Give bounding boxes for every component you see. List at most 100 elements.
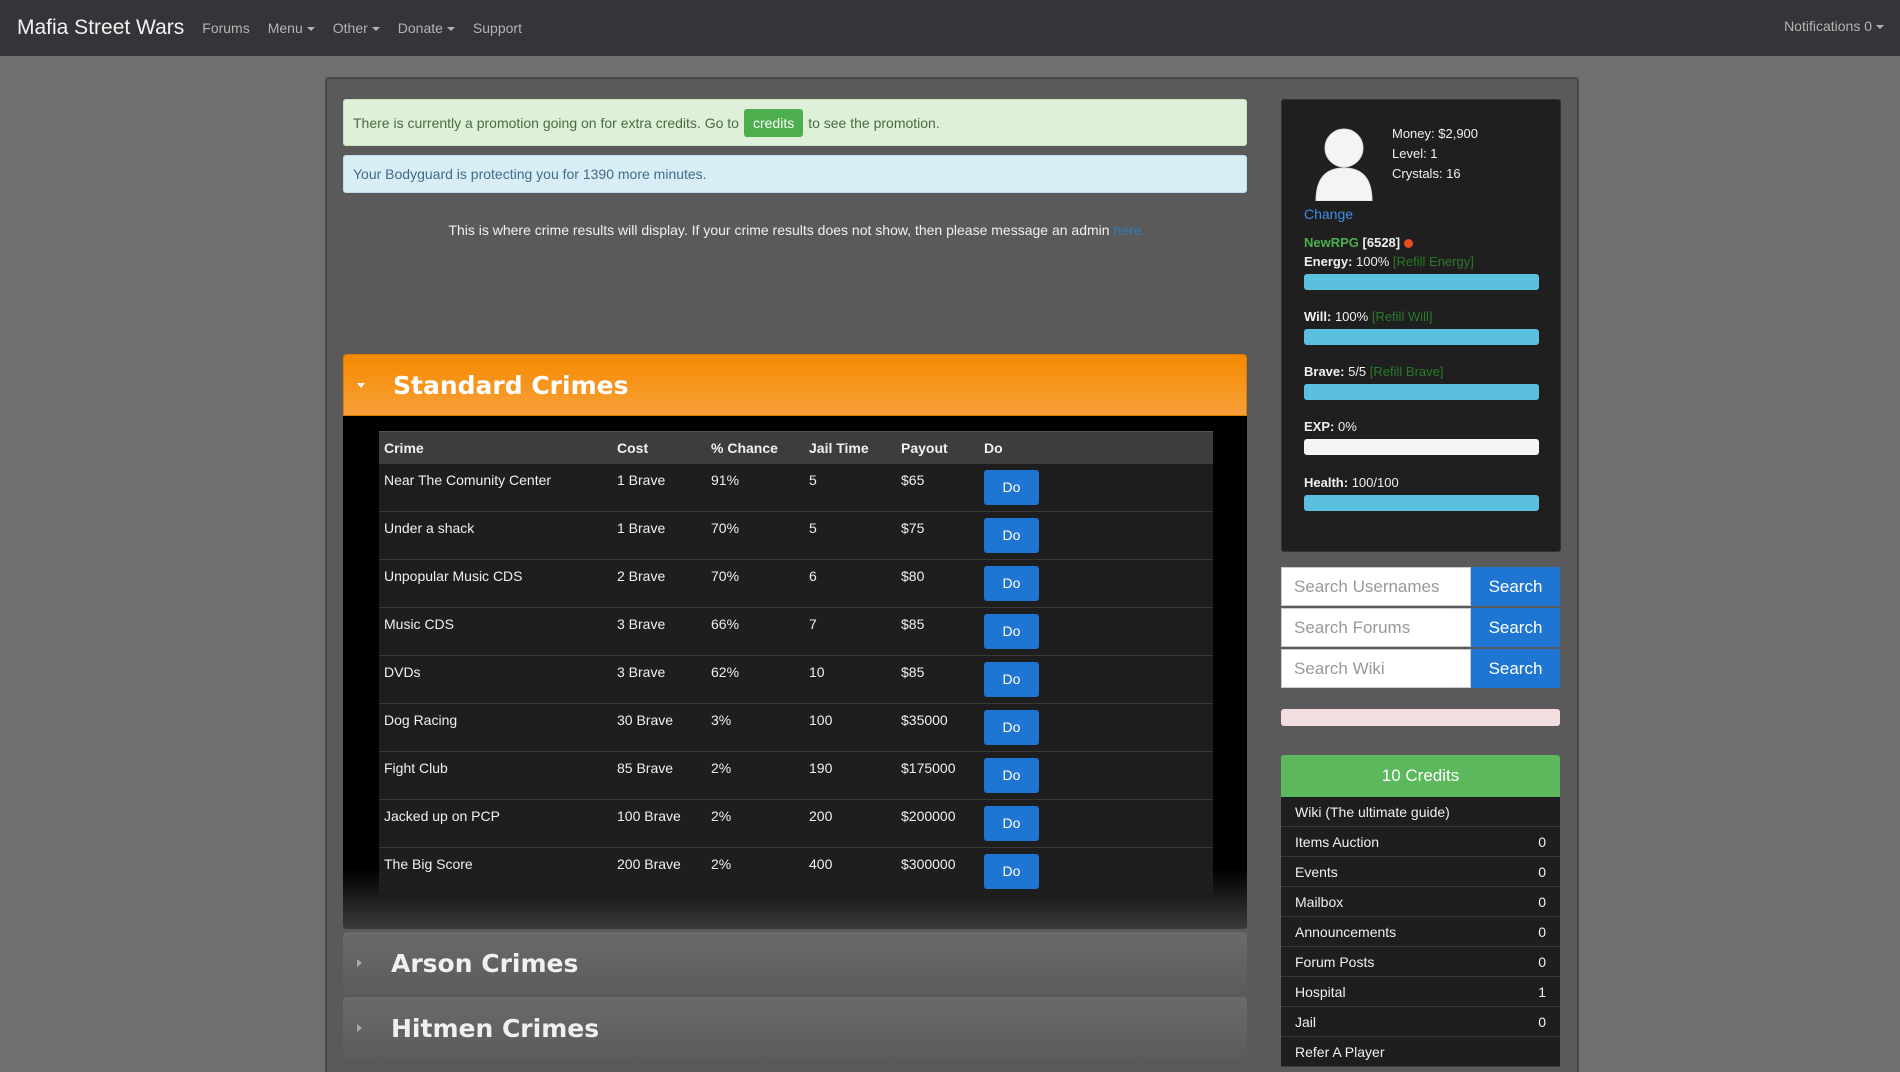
exp-value: 0%: [1337, 419, 1357, 434]
arson-crimes-title: Arson Crimes: [391, 948, 579, 978]
crime-name: Jacked up on PCP: [379, 799, 612, 848]
change-avatar-link[interactable]: Change: [1304, 206, 1353, 222]
crime-cost: 1 Brave: [612, 463, 706, 512]
standard-crimes-header[interactable]: Standard Crimes: [343, 354, 1247, 416]
caret-down-icon: [371, 27, 380, 32]
list-item-label: Items Auction: [1295, 833, 1380, 850]
crime-jail: 6: [804, 559, 896, 608]
user-avatar-icon: [1315, 128, 1373, 201]
hitmen-crimes-header[interactable]: Hitmen Crimes: [343, 997, 1247, 1059]
search-usernames-group: Search Usernames Search: [1281, 567, 1560, 606]
notifications-label: Notifications 0: [1784, 18, 1872, 34]
crime-payout: $75: [896, 511, 979, 560]
standard-crimes-body: Crime Cost % Chance Jail Time Payout Do …: [343, 416, 1247, 929]
nav-donate[interactable]: Donate: [398, 20, 455, 36]
do-crime-button[interactable]: Do: [984, 806, 1039, 841]
list-item-mailbox[interactable]: Mailbox 0: [1281, 887, 1560, 917]
crime-name: Dog Racing: [379, 703, 612, 752]
nav-menu[interactable]: Menu: [268, 20, 315, 36]
search-usernames-button[interactable]: Search: [1471, 567, 1560, 606]
nav-forums[interactable]: Forums: [202, 20, 249, 36]
table-row: DVDs 3 Brave 62% 10 $85 Do: [379, 655, 1213, 704]
crime-jail: 10: [804, 655, 896, 704]
username-link[interactable]: NewRPG: [1304, 235, 1359, 250]
promo-alert: There is currently a promotion going on …: [343, 99, 1247, 146]
crime-cost: 30 Brave: [612, 703, 706, 752]
username-line: NewRPG [6528]: [1304, 235, 1414, 250]
list-item-events[interactable]: Events 0: [1281, 857, 1560, 887]
search-forums-group: Search Forums Search: [1281, 608, 1560, 647]
do-crime-button[interactable]: Do: [984, 614, 1039, 649]
do-crime-button[interactable]: Do: [984, 470, 1039, 505]
nav-support[interactable]: Support: [473, 20, 522, 36]
nav-support-label: Support: [472, 20, 522, 36]
crime-cost: 3 Brave: [612, 607, 706, 656]
search-forums-button[interactable]: Search: [1471, 608, 1560, 647]
energy-bar: [1304, 274, 1539, 290]
crime-cost: 85 Brave: [612, 751, 706, 800]
crime-jail: 5: [804, 463, 896, 512]
crime-cost: 100 Brave: [612, 799, 706, 848]
list-item-items-auction[interactable]: Items Auction 0: [1281, 827, 1560, 857]
crime-jail: 5: [804, 511, 896, 560]
crime-do-cell: Do: [979, 799, 1213, 848]
table-row: Dog Racing 30 Brave 3% 100 $35000 Do: [379, 703, 1213, 752]
top-navbar: Mafia Street Wars Forums Menu Other Dona…: [0, 0, 1900, 56]
crime-chance: 70%: [706, 559, 804, 608]
do-crime-button[interactable]: Do: [984, 566, 1039, 601]
table-row: Unpopular Music CDS 2 Brave 70% 6 $80 Do: [379, 559, 1213, 608]
list-item-hospital[interactable]: Hospital 1: [1281, 977, 1560, 1007]
arson-crimes-header[interactable]: Arson Crimes: [343, 932, 1247, 994]
crime-chance: 2%: [706, 751, 804, 800]
status-dot-icon: [1404, 239, 1414, 249]
table-row: Music CDS 3 Brave 66% 7 $85 Do: [379, 607, 1213, 656]
list-item-refer-a-player[interactable]: Refer A Player: [1281, 1037, 1560, 1067]
list-item-forum-posts[interactable]: Forum Posts 0: [1281, 947, 1560, 977]
search-forums-input[interactable]: Search Forums: [1281, 608, 1471, 647]
search-wiki-input[interactable]: Search Wiki: [1281, 649, 1471, 688]
do-crime-button[interactable]: Do: [984, 854, 1039, 889]
level-value: Level: 1: [1392, 146, 1438, 161]
list-item-label: Forum Posts: [1295, 953, 1375, 970]
crime-name: Music CDS: [379, 607, 612, 656]
nav-notifications[interactable]: Notifications 0: [1784, 18, 1884, 34]
do-crime-button[interactable]: Do: [984, 710, 1039, 745]
crime-chance: 2%: [706, 847, 804, 896]
crime-cost: 200 Brave: [612, 847, 706, 896]
list-item-announcements[interactable]: Announcements 0: [1281, 917, 1560, 947]
refill-will-link[interactable]: [Refill Will]: [1372, 309, 1433, 324]
crime-payout: $35000: [896, 703, 979, 752]
bodyguard-text: Your Bodyguard is protecting you for 139…: [353, 166, 707, 182]
list-item-label: Events: [1295, 863, 1338, 880]
refill-energy-link[interactable]: [Refill Energy]: [1393, 254, 1474, 269]
list-item-jail[interactable]: Jail 0: [1281, 1007, 1560, 1037]
do-crime-button[interactable]: Do: [984, 518, 1039, 553]
credits-button[interactable]: credits: [743, 108, 804, 137]
crime-chance: 3%: [706, 703, 804, 752]
profile-panel: Money: $2,900 Level: 1 Crystals: 16 Chan…: [1281, 99, 1561, 552]
brave-label: Brave:: [1304, 364, 1345, 379]
credits-header[interactable]: 10 Credits: [1281, 755, 1560, 797]
crime-payout: $300000: [896, 847, 979, 896]
crime-do-cell: Do: [979, 703, 1213, 752]
refill-brave-link[interactable]: [Refill Brave]: [1370, 364, 1444, 379]
message-admin-link[interactable]: here: [1114, 222, 1142, 238]
search-usernames-input[interactable]: Search Usernames: [1281, 567, 1471, 606]
crime-cost: 2 Brave: [612, 559, 706, 608]
caret-down-icon: [446, 27, 455, 32]
list-item-wiki[interactable]: Wiki (The ultimate guide): [1281, 797, 1560, 827]
nav-other[interactable]: Other: [333, 20, 380, 36]
brave-row: Brave: 5/5 [Refill Brave]: [1304, 364, 1444, 379]
nav-menu-label: Menu: [267, 20, 303, 36]
do-crime-button[interactable]: Do: [984, 662, 1039, 697]
table-row: Near The Comunity Center 1 Brave 91% 5 $…: [379, 463, 1213, 512]
energy-bar-fill: [1304, 274, 1539, 290]
brand-logo[interactable]: Mafia Street Wars: [17, 16, 184, 40]
crime-do-cell: Do: [979, 847, 1213, 896]
triangle-right-icon: [357, 959, 362, 967]
table-row: Under a shack 1 Brave 70% 5 $75 Do: [379, 511, 1213, 560]
do-crime-button[interactable]: Do: [984, 758, 1039, 793]
crime-payout: $65: [896, 463, 979, 512]
search-wiki-button[interactable]: Search: [1471, 649, 1560, 688]
col-chance: % Chance: [706, 431, 804, 464]
